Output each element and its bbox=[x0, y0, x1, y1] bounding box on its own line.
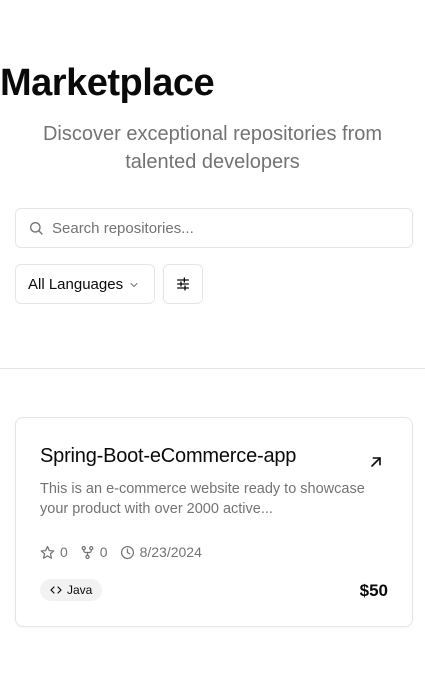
repository-title[interactable]: Spring-Boot-eCommerce-app bbox=[40, 445, 296, 468]
language-badge: Java bbox=[40, 579, 103, 601]
repository-price: $50 bbox=[359, 581, 388, 600]
page-title: Marketplace bbox=[0, 62, 215, 104]
arrow-up-right-icon[interactable] bbox=[368, 454, 384, 470]
language-select[interactable]: All Languages bbox=[15, 264, 155, 304]
language-select-label: All Languages bbox=[28, 275, 124, 293]
code-icon bbox=[50, 586, 62, 594]
page-subtitle: Discover exceptional repositories from t… bbox=[42, 123, 383, 173]
stars-value: 0 bbox=[60, 544, 68, 560]
star-icon bbox=[40, 545, 55, 559]
chevron-down-icon bbox=[128, 278, 140, 290]
repository-description: This is an e-commerce website ready to s… bbox=[40, 479, 370, 519]
search-bar[interactable] bbox=[15, 208, 413, 248]
updated-value: 8/23/2024 bbox=[139, 544, 202, 560]
updated-date: 8/23/2024 bbox=[120, 544, 202, 560]
repository-description-text: This is an e-commerce website ready to s… bbox=[40, 481, 365, 517]
filter-button[interactable] bbox=[163, 264, 203, 304]
repository-card[interactable]: Spring-Boot-eCommerce-app This is an e-c… bbox=[15, 417, 413, 627]
forks-value: 0 bbox=[99, 544, 108, 560]
language-badge-label: Java bbox=[67, 583, 93, 597]
search-input[interactable] bbox=[52, 219, 392, 237]
section-divider bbox=[0, 368, 425, 369]
sliders-icon bbox=[175, 276, 191, 292]
repository-meta: 0 0 8/23/2024 bbox=[40, 544, 214, 560]
stars-count: 0 bbox=[40, 544, 68, 560]
forks-count: 0 bbox=[80, 544, 108, 560]
fork-icon bbox=[81, 545, 94, 559]
search-icon bbox=[28, 220, 44, 236]
clock-icon bbox=[120, 545, 134, 559]
